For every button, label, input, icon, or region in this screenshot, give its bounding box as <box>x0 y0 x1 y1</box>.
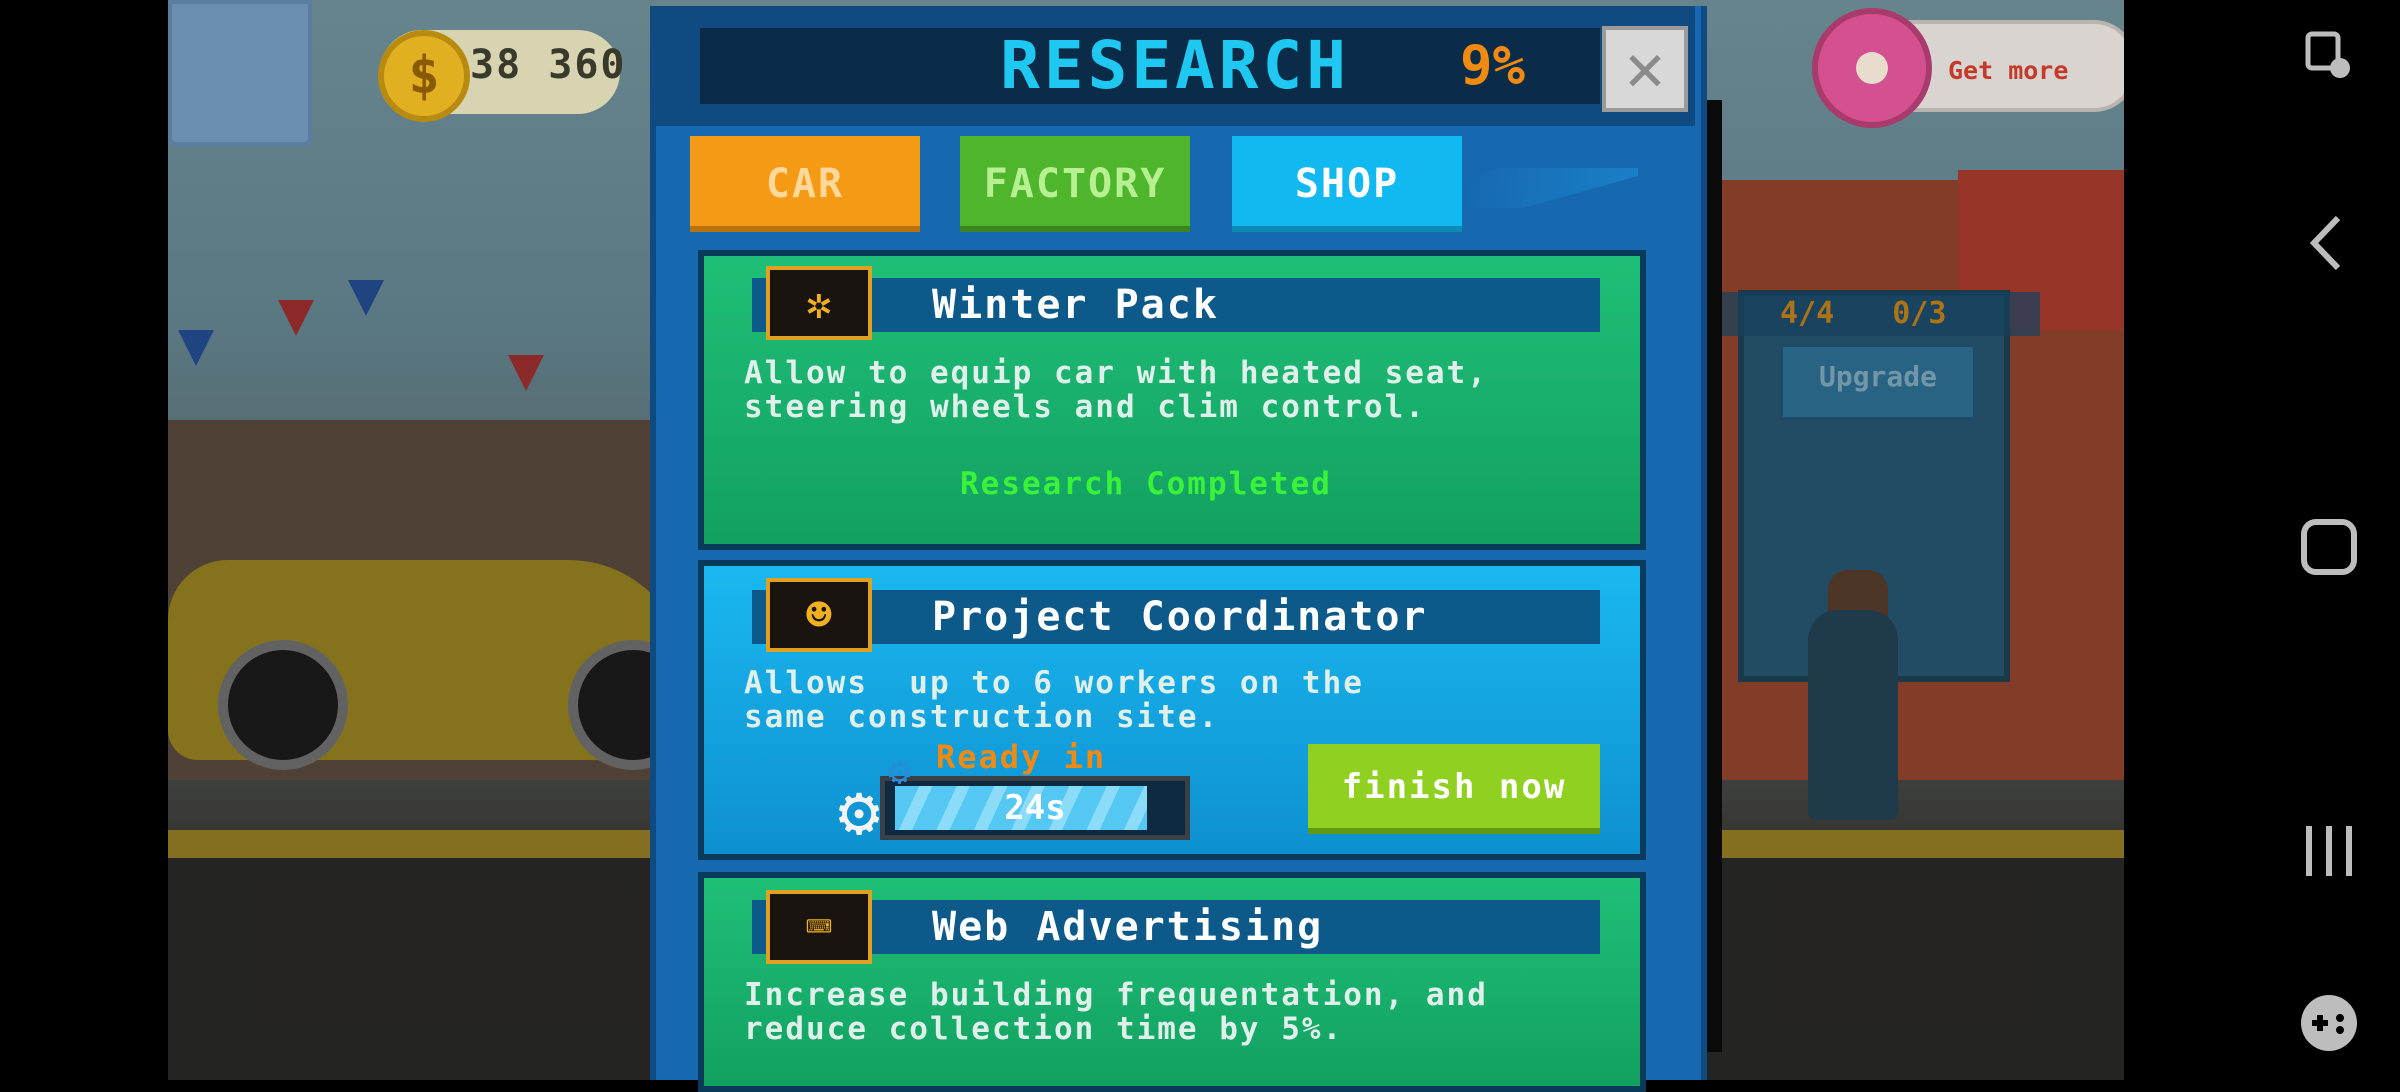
close-icon[interactable]: ✕ <box>1625 29 1665 106</box>
donut-icon[interactable] <box>1812 8 1932 128</box>
small-gear-icon: ⚙ <box>888 749 911 793</box>
research-item-desc: Allow to equip car with heated seat, <box>744 355 1488 391</box>
back-icon[interactable] <box>2296 210 2362 276</box>
close-button[interactable]: ✕ <box>1602 26 1688 112</box>
ready-in-label: Ready in <box>936 738 1107 776</box>
tab-car[interactable]: CAR <box>690 136 920 232</box>
research-item-desc: Increase building frequentation, and <box>744 977 1488 1013</box>
worker-icon: ☻ <box>766 578 872 652</box>
web-ad-icon: ⌨ <box>766 890 872 964</box>
research-item-title: Project Coordinator <box>932 594 1428 640</box>
tab-shop[interactable]: SHOP <box>1232 136 1462 232</box>
research-item-desc: steering wheels and clim control. <box>744 389 1426 425</box>
research-timer-text: 24s <box>1004 788 1066 828</box>
research-item-desc: Allows up to 6 workers on the <box>744 665 1364 701</box>
player-avatar[interactable] <box>168 0 312 146</box>
research-item-desc: reduce collection time by 5%. <box>744 1011 1344 1047</box>
research-completed-label: Research Completed <box>960 466 1332 502</box>
research-item-desc: same construction site. <box>744 699 1220 735</box>
finish-now-button[interactable]: finish now <box>1308 744 1600 834</box>
game-tools-icon[interactable] <box>2296 990 2362 1056</box>
coin-icon: $ <box>378 30 470 122</box>
get-more-label[interactable]: Get more <box>1948 56 2068 85</box>
screen-touch-icon[interactable] <box>2296 24 2362 90</box>
gear-icon: ⚙ <box>838 770 881 852</box>
research-title: RESEARCH <box>1000 27 1350 104</box>
tab-factory[interactable]: FACTORY <box>960 136 1190 232</box>
research-item-title: Winter Pack <box>932 282 1219 328</box>
home-icon[interactable] <box>2296 514 2362 580</box>
research-progress: 9% <box>1460 34 1526 97</box>
research-item-title: Web Advertising <box>932 904 1324 950</box>
snowflake-icon: ✲ <box>766 266 872 340</box>
coin-amount: 38 360 <box>470 42 627 88</box>
recent-apps-icon[interactable] <box>2296 818 2362 884</box>
